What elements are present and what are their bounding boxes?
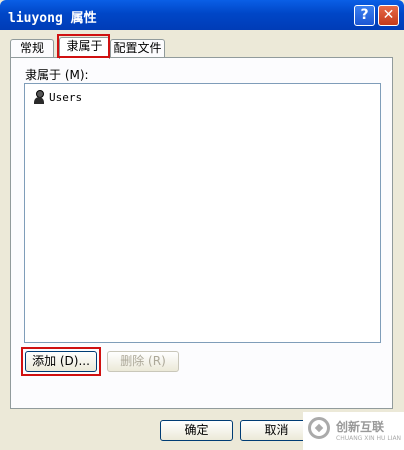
list-item[interactable]: Users	[31, 88, 82, 106]
window-title: liuyong 属性	[8, 11, 97, 26]
watermark-logo-icon	[308, 417, 330, 439]
watermark: 创新互联 CHUANG XIN HU LIAN	[303, 412, 404, 450]
list-item-label: Users	[49, 90, 83, 104]
help-button[interactable]: ?	[354, 5, 375, 26]
tab-highlight-box	[57, 34, 110, 58]
add-button[interactable]: 添加 (D)...	[25, 351, 97, 372]
ok-button[interactable]: 确定	[160, 420, 233, 441]
watermark-subtext: CHUANG XIN HU LIAN	[336, 435, 402, 442]
watermark-text: 创新互联	[336, 420, 385, 434]
remove-button: 删除 (R)	[107, 351, 179, 372]
member-of-label: 隶属于 (M):	[25, 68, 89, 82]
properties-dialog: liuyong 属性 ? ✕ 常规 隶属于 配置文件 隶属于 (M): User…	[0, 0, 404, 450]
tab-general[interactable]: 常规	[10, 39, 54, 57]
title-bar[interactable]: liuyong 属性 ? ✕	[0, 0, 404, 30]
member-of-list[interactable]: Users	[24, 83, 381, 343]
close-button[interactable]: ✕	[378, 5, 399, 26]
user-group-icon	[31, 89, 47, 105]
tab-profile[interactable]: 配置文件	[110, 39, 165, 57]
